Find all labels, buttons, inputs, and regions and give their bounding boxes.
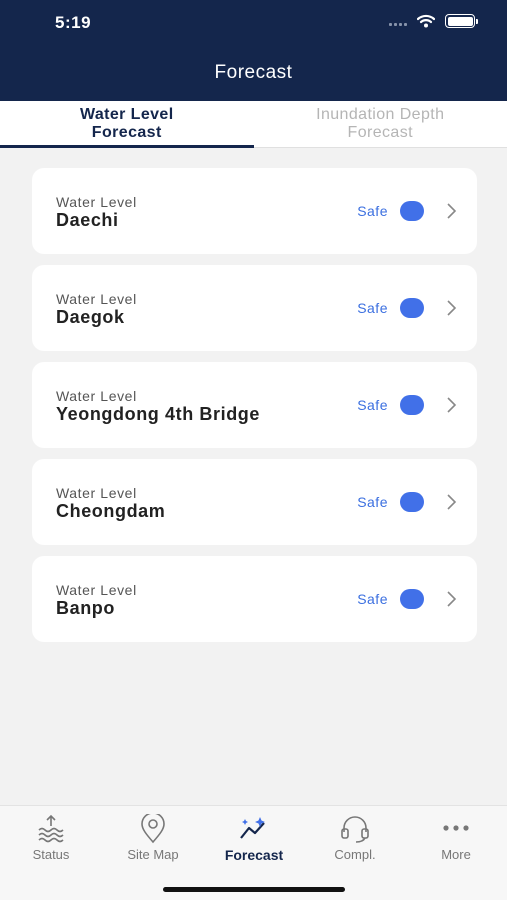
status-indicator-icon [400,492,424,512]
station-name: Daechi [56,210,119,230]
headset-icon [341,816,369,843]
tab-label-line2: Forecast [347,124,413,141]
nav-forecast[interactable]: Forecast [204,814,304,863]
status-label: Safe [357,494,388,510]
station-category: Water Level [56,485,137,501]
status-indicator-icon [400,298,424,318]
nav-label: Status [32,847,70,862]
station-name: Banpo [56,598,115,618]
status-label: Safe [357,300,388,316]
chevron-right-icon [447,300,457,316]
chevron-right-icon [447,397,457,413]
status-indicator-icon [400,589,424,609]
chevron-right-icon [447,494,457,510]
status-icons [389,14,478,28]
status-label: Safe [357,397,388,413]
tab-inundation-depth-forecast[interactable]: Inundation Depth Forecast [254,101,507,147]
station-name: Yeongdong 4th Bridge [56,404,260,424]
tab-water-level-forecast[interactable]: Water Level Forecast [0,101,254,148]
station-card-daechi[interactable]: Water Level Daechi Safe [32,168,477,254]
nav-label: Forecast [224,847,284,863]
status-label: Safe [357,203,388,219]
station-card-daegok[interactable]: Water Level Daegok Safe [32,265,477,351]
status-label: Safe [357,591,388,607]
station-name: Cheongdam [56,501,166,521]
nav-complaint[interactable]: Compl. [305,814,405,862]
forecast-chart-icon [240,817,265,839]
app-header: 5:19 Forecast [0,0,507,101]
wifi-icon [417,14,435,28]
page-title: Forecast [214,62,293,83]
home-indicator[interactable] [163,887,345,892]
station-card-yeongdong-4th-bridge[interactable]: Water Level Yeongdong 4th Bridge Safe [32,362,477,448]
station-name: Daegok [56,307,125,327]
station-list: Water Level Daechi Safe Water Level Daeg… [32,168,477,653]
chevron-right-icon [447,203,457,219]
nav-label: More [441,847,471,862]
nav-site-map[interactable]: Site Map [103,814,203,862]
status-indicator-icon [400,395,424,415]
more-dots-icon [443,825,469,831]
battery-icon [445,14,478,28]
map-pin-icon [141,814,165,844]
status-indicator-icon [400,201,424,221]
cellular-signal-icon [389,16,407,26]
nav-status[interactable]: Status [1,814,101,862]
station-card-cheongdam[interactable]: Water Level Cheongdam Safe [32,459,477,545]
nav-label: Site Map [127,847,179,862]
water-waves-icon [38,814,64,843]
nav-label: Compl. [334,847,376,862]
tab-label-line1: Inundation Depth [316,106,445,123]
station-category: Water Level [56,291,137,307]
bottom-nav: Status Site Map Forecast Compl. More [0,805,507,900]
tab-label-line1: Water Level [79,106,174,123]
chevron-right-icon [447,591,457,607]
nav-more[interactable]: More [406,814,506,862]
station-category: Water Level [56,582,137,598]
forecast-tabs: Water Level Forecast Inundation Depth Fo… [0,101,507,148]
status-time: 5:19 [55,13,92,32]
tab-label-line2: Forecast [91,124,162,141]
station-category: Water Level [56,388,137,404]
station-card-banpo[interactable]: Water Level Banpo Safe [32,556,477,642]
station-category: Water Level [56,194,137,210]
